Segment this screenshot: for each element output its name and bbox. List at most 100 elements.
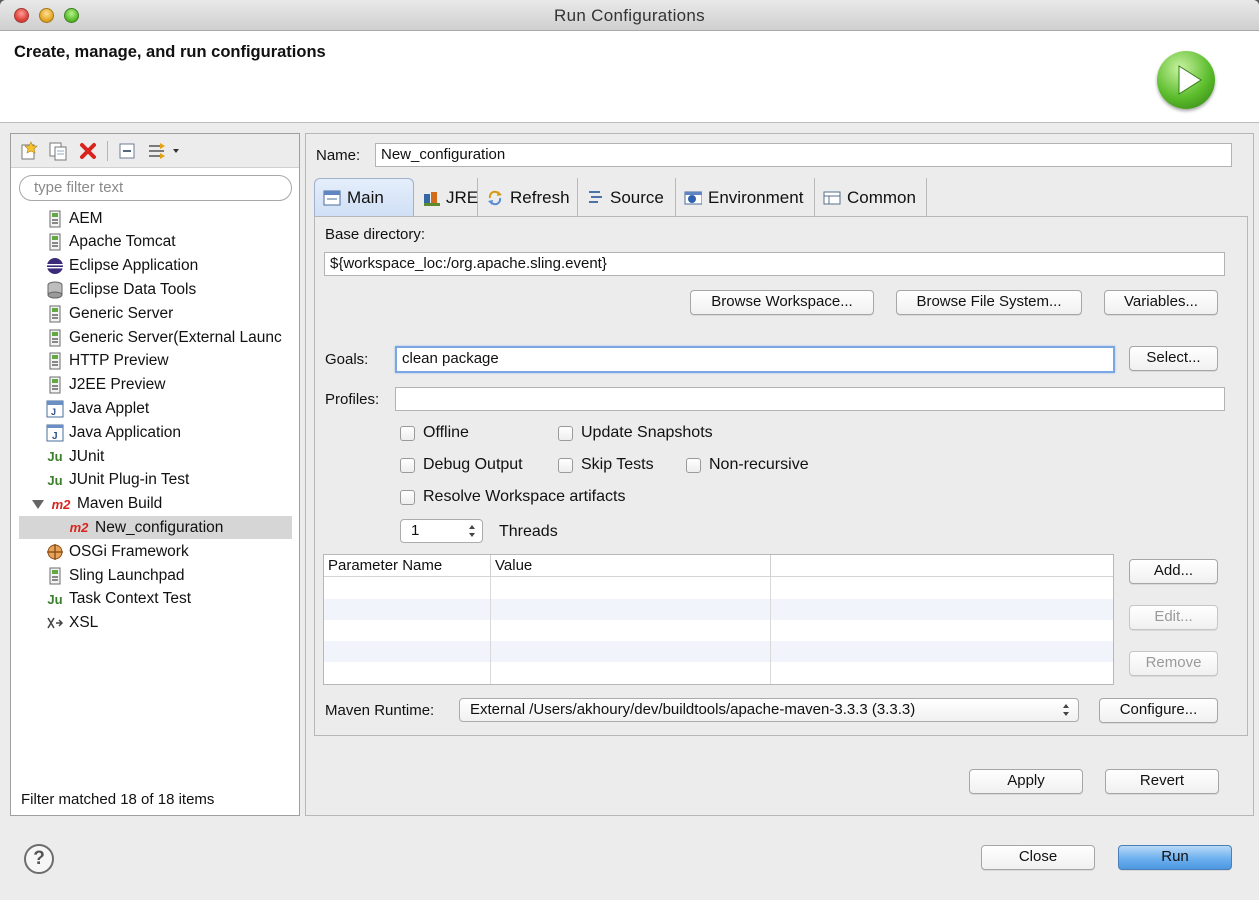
main-tab-icon xyxy=(323,189,341,207)
tree-item-label: OSGi Framework xyxy=(69,542,189,560)
tab-label: Main xyxy=(347,188,384,207)
tree-item-label: Generic Server xyxy=(69,304,174,322)
spinner-arrows-icon xyxy=(469,525,475,537)
tree-item[interactable]: Eclipse Data Tools xyxy=(11,278,293,301)
launch-config-icon xyxy=(46,352,64,370)
xsl-icon xyxy=(46,614,64,632)
tree-item[interactable]: Ju JUnit Plug-in Test xyxy=(11,469,293,492)
junit-icon: Ju xyxy=(47,449,63,464)
revert-button[interactable]: Revert xyxy=(1105,769,1219,794)
tab-refresh[interactable]: Refresh xyxy=(478,178,578,217)
maven-runtime-select[interactable]: External /Users/akhoury/dev/buildtools/a… xyxy=(459,698,1079,722)
tree-item-label: Sling Launchpad xyxy=(69,566,185,584)
launch-config-icon xyxy=(46,233,64,251)
tree-item[interactable]: J Java Applet xyxy=(11,397,293,420)
toolbar-divider xyxy=(107,141,108,161)
tree-item[interactable]: Generic Server(External Launc xyxy=(11,326,293,349)
filter-menu-icon[interactable] xyxy=(145,140,183,162)
update-snapshots-checkbox[interactable] xyxy=(558,426,573,441)
tab-environment[interactable]: Environment xyxy=(676,178,815,217)
resolve-workspace-label: Resolve Workspace artifacts xyxy=(423,488,626,505)
apply-button[interactable]: Apply xyxy=(969,769,1083,794)
threads-spinner[interactable]: 1 xyxy=(400,519,483,543)
skip-tests-label: Skip Tests xyxy=(581,456,654,473)
tree-item-label: JUnit xyxy=(69,447,105,465)
value-header[interactable]: Value xyxy=(491,555,771,577)
resolve-workspace-checkbox[interactable] xyxy=(400,490,415,505)
tree-item[interactable]: Apache Tomcat xyxy=(11,231,293,254)
tab-label: Refresh xyxy=(510,187,570,207)
tree-item[interactable]: HTTP Preview xyxy=(11,350,293,373)
refresh-icon xyxy=(486,189,504,207)
profiles-field[interactable] xyxy=(395,387,1225,411)
configuration-tree: AEM Apache Tomcat Eclipse Application Eclip… xyxy=(11,207,299,631)
parameter-name-header[interactable]: Parameter Name xyxy=(324,555,491,577)
tree-item-label: Maven Build xyxy=(77,495,163,513)
tab-label: Common xyxy=(847,187,916,207)
select-arrows-icon xyxy=(1063,704,1069,716)
help-icon[interactable]: ? xyxy=(24,844,54,874)
table-row[interactable] xyxy=(324,599,1113,620)
launch-config-icon xyxy=(46,305,64,323)
table-row[interactable] xyxy=(324,662,1113,683)
goals-field[interactable]: clean package xyxy=(395,346,1115,373)
expand-disclosure-icon[interactable] xyxy=(32,499,44,509)
remove-parameter-button[interactable]: Remove xyxy=(1129,651,1218,676)
junit-plugin-icon: Ju xyxy=(47,472,63,488)
run-button[interactable]: Run xyxy=(1118,845,1232,870)
close-button[interactable]: Close xyxy=(981,845,1095,870)
new-config-icon[interactable] xyxy=(17,140,39,162)
svg-text:J: J xyxy=(52,431,58,442)
non-recursive-checkbox[interactable] xyxy=(686,458,701,473)
table-row[interactable] xyxy=(324,578,1113,599)
tab-jre[interactable]: JRE xyxy=(414,178,478,217)
threads-value: 1 xyxy=(411,522,420,539)
tree-item[interactable]: m2 Maven Build xyxy=(11,493,293,516)
delete-config-icon[interactable] xyxy=(77,140,99,162)
duplicate-config-icon[interactable] xyxy=(47,140,69,162)
parameters-table[interactable]: Parameter Name Value xyxy=(323,554,1114,685)
offline-checkbox[interactable] xyxy=(400,426,415,441)
select-goals-button[interactable]: Select... xyxy=(1129,346,1218,371)
table-row[interactable] xyxy=(324,620,1113,641)
configure-runtime-button[interactable]: Configure... xyxy=(1099,698,1218,723)
browse-workspace-button[interactable]: Browse Workspace... xyxy=(690,290,874,315)
tree-item[interactable]: Ju Task Context Test xyxy=(11,588,293,611)
name-field[interactable]: New_configuration xyxy=(375,143,1232,167)
tab-main[interactable]: Main xyxy=(314,178,414,217)
tree-item-label: J2EE Preview xyxy=(69,376,166,394)
tab-label: JRE xyxy=(446,187,479,207)
tree-item-label: Apache Tomcat xyxy=(69,233,176,251)
base-directory-field[interactable]: ${workspace_loc:/org.apache.sling.event} xyxy=(324,252,1225,276)
edit-parameter-button[interactable]: Edit... xyxy=(1129,605,1218,630)
debug-output-checkbox[interactable] xyxy=(400,458,415,473)
tree-item[interactable]: m2 New_configuration xyxy=(19,516,292,540)
tree-item[interactable]: J2EE Preview xyxy=(11,374,293,397)
tree-item-label: Java Applet xyxy=(69,399,150,417)
table-row[interactable] xyxy=(324,641,1113,662)
tree-item[interactable]: Ju JUnit xyxy=(11,445,293,468)
variables-button[interactable]: Variables... xyxy=(1104,290,1218,315)
tree-item[interactable]: XSL xyxy=(11,612,293,635)
tree-item-label: JUnit Plug-in Test xyxy=(69,471,190,489)
non-recursive-label: Non-recursive xyxy=(709,456,809,473)
browse-file-system-button[interactable]: Browse File System... xyxy=(896,290,1082,315)
extra-header xyxy=(771,555,1113,577)
tree-item[interactable]: Sling Launchpad xyxy=(11,564,293,587)
title-bar: Run Configurations xyxy=(0,0,1259,31)
filter-input[interactable]: type filter text xyxy=(19,175,292,201)
svg-text:J: J xyxy=(51,407,56,417)
tree-item[interactable]: AEM xyxy=(11,207,293,230)
tree-item-label: Java Application xyxy=(69,423,182,441)
skip-tests-checkbox[interactable] xyxy=(558,458,573,473)
tab-label: Source xyxy=(610,187,664,207)
tab-common[interactable]: Common xyxy=(815,178,927,217)
java-applet-icon: J xyxy=(46,400,64,418)
collapse-all-icon[interactable] xyxy=(116,140,138,162)
tree-item[interactable]: Generic Server xyxy=(11,302,293,325)
add-parameter-button[interactable]: Add... xyxy=(1129,559,1218,584)
tab-source[interactable]: Source xyxy=(578,178,676,217)
tree-item[interactable]: OSGi Framework xyxy=(11,540,293,563)
tree-item[interactable]: J Java Application xyxy=(11,421,293,444)
tree-item[interactable]: Eclipse Application xyxy=(11,255,293,278)
